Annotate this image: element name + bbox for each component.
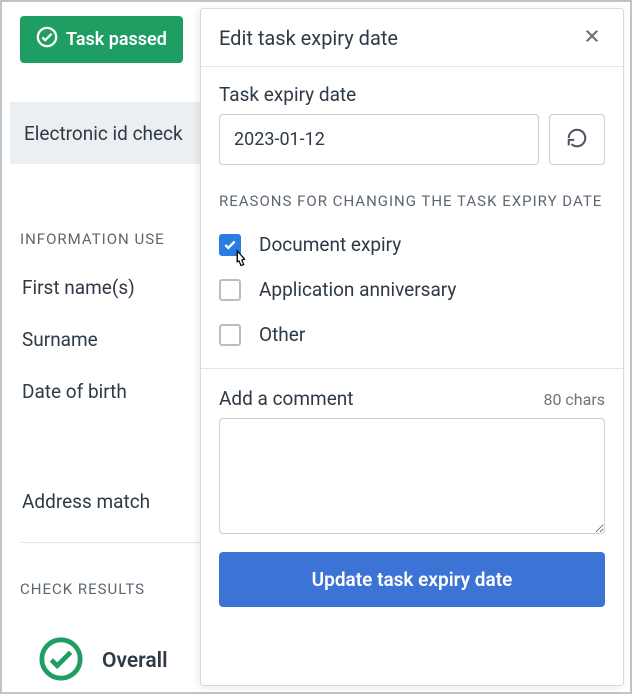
section-check-results: CHECK RESULTS [20,580,145,598]
label-dob: Date of birth [22,380,127,403]
reason-label: Document expiry [259,233,401,256]
expiry-date-label: Task expiry date [219,83,605,106]
reason-other[interactable]: Other [219,323,605,346]
label-first-name: First name(s) [22,276,135,299]
refresh-button[interactable] [549,114,605,165]
edit-expiry-modal: Edit task expiry date Task expiry date R… [200,8,624,686]
update-expiry-button[interactable]: Update task expiry date [219,552,605,607]
reason-document-expiry[interactable]: Document expiry [219,233,605,256]
modal-header: Edit task expiry date [201,9,623,67]
close-icon [583,33,601,48]
comment-textarea[interactable] [219,418,605,534]
close-button[interactable] [579,23,605,52]
overall-label: Overall [102,649,168,673]
label-address-match: Address match [22,490,150,513]
refresh-icon [566,127,588,152]
checkbox-document-expiry[interactable] [219,234,241,256]
section-information-used: INFORMATION USE [20,230,165,248]
checkbox-other[interactable] [219,324,241,346]
reason-label: Other [259,323,305,346]
modal-title: Edit task expiry date [219,26,398,50]
checkbox-application-anniversary[interactable] [219,279,241,301]
tab-electronic-id-check[interactable]: Electronic id check [24,122,183,145]
reasons-heading: REASONS FOR CHANGING THE TASK EXPIRY DAT… [219,189,605,213]
divider [20,542,200,543]
reason-label: Application anniversary [259,278,456,301]
reason-application-anniversary[interactable]: Application anniversary [219,278,605,301]
check-circle-icon [36,26,58,53]
overall-row: Overall [38,636,168,686]
check-circle-icon [38,636,84,686]
char-count: 80 chars [543,390,605,409]
expiry-date-input[interactable] [219,114,539,165]
task-passed-badge: Task passed [20,16,183,63]
comment-label: Add a comment [219,387,353,410]
task-badge-label: Task passed [66,29,167,50]
label-surname: Surname [22,328,98,351]
